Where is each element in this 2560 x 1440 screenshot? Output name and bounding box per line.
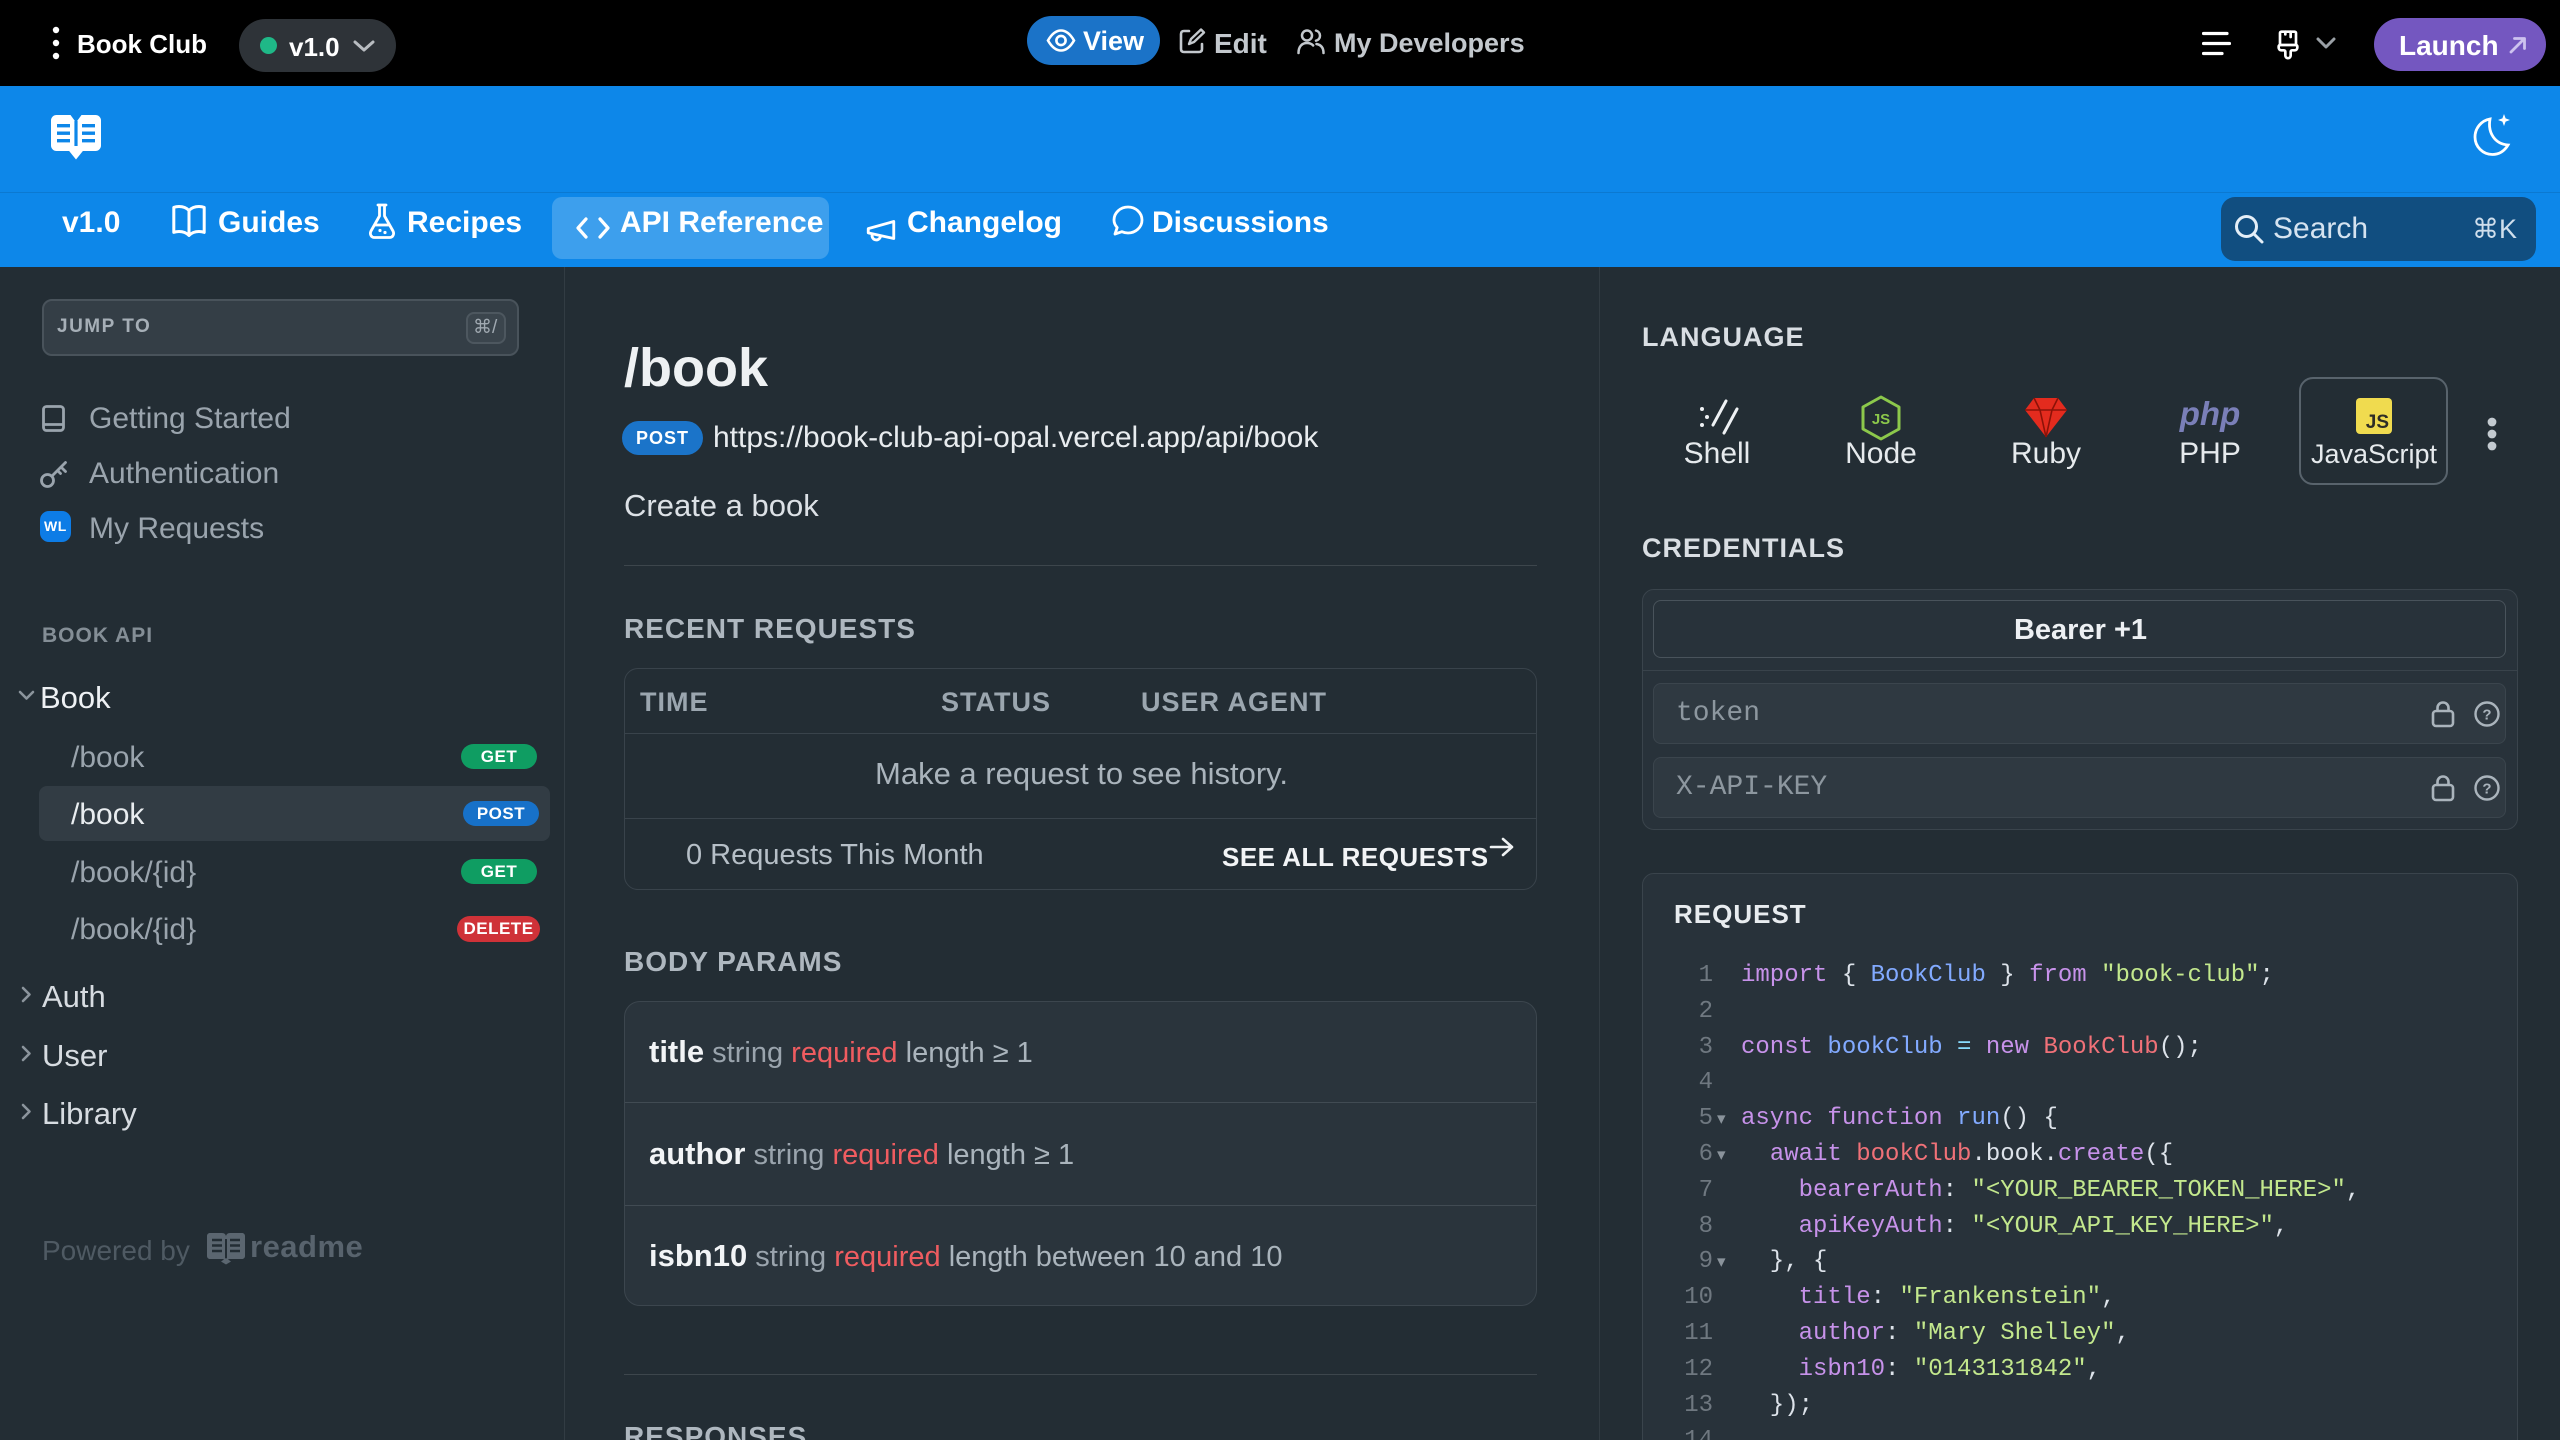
svg-text:?: ? (2482, 707, 2491, 724)
svg-text:?: ? (2482, 781, 2491, 798)
svg-text:JS: JS (1872, 411, 1890, 428)
